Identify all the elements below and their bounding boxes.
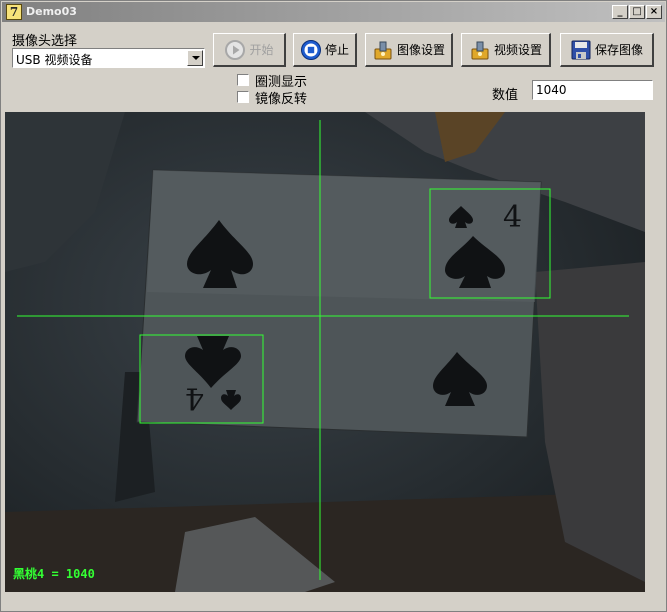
image-settings-button[interactable]: 图像设置 [365, 33, 453, 67]
mirror-flip-checkbox[interactable] [237, 91, 249, 103]
minimize-button[interactable]: _ [612, 5, 628, 19]
mirror-flip-label: 镜像反转 [255, 92, 308, 107]
stop-button-label: 停止 [324, 43, 349, 57]
title-bar[interactable]: 7 Demo03 _ □ × [2, 2, 665, 22]
start-button-label: 开始 [249, 43, 274, 57]
window-title: Demo03 [26, 5, 77, 18]
value-input[interactable] [532, 80, 653, 100]
start-button[interactable]: 开始 [213, 33, 286, 67]
save-image-button[interactable]: 保存图像 [560, 33, 654, 67]
camera-select[interactable]: USB 视频设备 [12, 48, 205, 68]
stop-icon [300, 39, 321, 60]
plugin-settings-icon [374, 41, 392, 59]
plugin-settings-icon [471, 41, 489, 59]
maximize-button[interactable]: □ [629, 5, 645, 19]
app-window: 7 Demo03 _ □ × 摄像头选择 USB 视频设备 开始 停止 图像设置 [0, 0, 667, 612]
video-settings-button[interactable]: 视频设置 [461, 33, 551, 67]
detection-result-text: 黑桃4 = 1040 [13, 567, 95, 581]
image-settings-label: 图像设置 [396, 43, 445, 57]
chevron-down-icon[interactable] [187, 50, 203, 66]
video-preview: 4 4 [5, 112, 645, 592]
card-rank-bottom: 4 [185, 380, 204, 415]
circle-detect-checkbox[interactable] [237, 74, 249, 86]
camera-select-value: USB 视频设备 [16, 53, 93, 67]
video-settings-label: 视频设置 [493, 43, 542, 57]
camera-select-label: 摄像头选择 [12, 34, 78, 49]
app-logo-icon: 7 [6, 4, 22, 20]
camera-frame: 4 4 [5, 112, 645, 592]
stop-button[interactable]: 停止 [293, 33, 357, 67]
floppy-disk-icon [571, 40, 591, 59]
save-image-label: 保存图像 [594, 43, 643, 57]
card-rank-top: 4 [503, 200, 522, 235]
close-button[interactable]: × [646, 5, 662, 19]
play-icon [225, 39, 246, 60]
value-label: 数值 [492, 88, 519, 103]
background-shadow [5, 112, 125, 272]
